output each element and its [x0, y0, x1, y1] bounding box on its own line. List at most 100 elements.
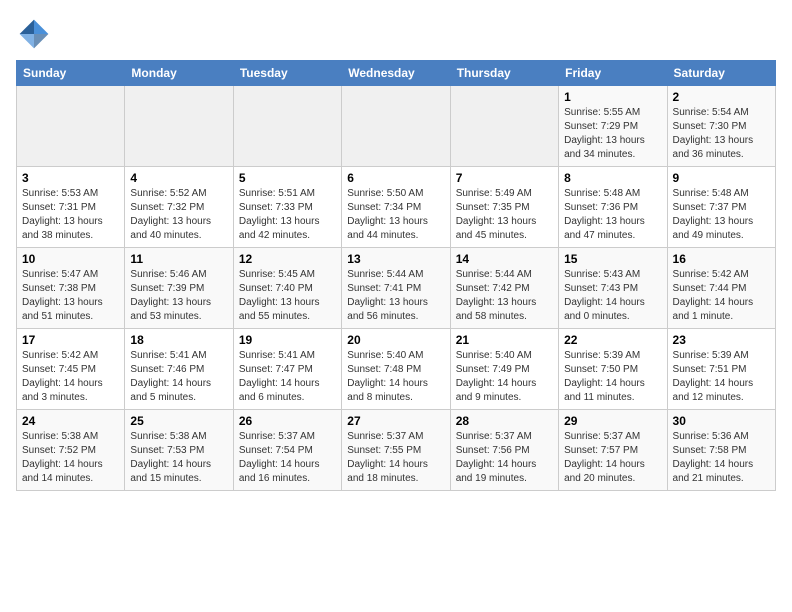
day-number: 24: [22, 414, 119, 428]
day-info: Sunrise: 5:40 AMSunset: 7:49 PMDaylight:…: [456, 349, 553, 405]
day-cell: 15 Sunrise: 5:43 AMSunset: 7:43 PMDayligh…: [559, 248, 667, 329]
header-tuesday: Tuesday: [233, 61, 341, 86]
day-cell: 10 Sunrise: 5:47 AMSunset: 7:38 PMDayligh…: [17, 248, 125, 329]
day-number: 13: [347, 252, 444, 266]
day-cell: 17 Sunrise: 5:42 AMSunset: 7:45 PMDayligh…: [17, 329, 125, 410]
day-cell: 3 Sunrise: 5:53 AMSunset: 7:31 PMDaylight…: [17, 167, 125, 248]
day-info: Sunrise: 5:39 AMSunset: 7:50 PMDaylight:…: [564, 349, 661, 405]
day-info: Sunrise: 5:54 AMSunset: 7:30 PMDaylight:…: [673, 106, 770, 162]
day-number: 5: [239, 171, 336, 185]
day-cell: [125, 86, 233, 167]
day-cell: 21Sunrise: 5:40 AMSunset: 7:49 PMDayligh…: [450, 329, 558, 410]
day-number: 19: [239, 333, 336, 347]
day-number: 2: [673, 90, 770, 104]
day-cell: 29 Sunrise: 5:37 AMSunset: 7:57 PMDayligh…: [559, 410, 667, 491]
header-friday: Friday: [559, 61, 667, 86]
day-info: Sunrise: 5:45 AMSunset: 7:40 PMDaylight:…: [239, 268, 336, 324]
day-number: 20: [347, 333, 444, 347]
day-cell: 1 Sunrise: 5:55 AMSunset: 7:29 PMDaylight…: [559, 86, 667, 167]
day-number: 10: [22, 252, 119, 266]
day-cell: 12Sunrise: 5:45 AMSunset: 7:40 PMDayligh…: [233, 248, 341, 329]
header-saturday: Saturday: [667, 61, 775, 86]
day-info: Sunrise: 5:36 AMSunset: 7:58 PMDaylight:…: [673, 430, 770, 486]
day-info: Sunrise: 5:55 AMSunset: 7:29 PMDaylight:…: [564, 106, 661, 162]
week-row-5: 24 Sunrise: 5:38 AMSunset: 7:52 PMDayligh…: [17, 410, 776, 491]
day-info: Sunrise: 5:48 AMSunset: 7:37 PMDaylight:…: [673, 187, 770, 243]
day-info: Sunrise: 5:51 AMSunset: 7:33 PMDaylight:…: [239, 187, 336, 243]
day-number: 15: [564, 252, 661, 266]
day-number: 6: [347, 171, 444, 185]
header-wednesday: Wednesday: [342, 61, 450, 86]
day-cell: 25 Sunrise: 5:38 AMSunset: 7:53 PMDayligh…: [125, 410, 233, 491]
day-info: Sunrise: 5:38 AMSunset: 7:52 PMDaylight:…: [22, 430, 119, 486]
day-cell: 26 Sunrise: 5:37 AMSunset: 7:54 PMDayligh…: [233, 410, 341, 491]
day-cell: 13 Sunrise: 5:44 AMSunset: 7:41 PMDayligh…: [342, 248, 450, 329]
header-row: SundayMondayTuesdayWednesdayThursdayFrid…: [17, 61, 776, 86]
day-cell: 2 Sunrise: 5:54 AMSunset: 7:30 PMDaylight…: [667, 86, 775, 167]
day-cell: 9 Sunrise: 5:48 AMSunset: 7:37 PMDaylight…: [667, 167, 775, 248]
day-info: Sunrise: 5:44 AMSunset: 7:41 PMDaylight:…: [347, 268, 444, 324]
day-cell: 14 Sunrise: 5:44 AMSunset: 7:42 PMDayligh…: [450, 248, 558, 329]
day-info: Sunrise: 5:37 AMSunset: 7:54 PMDaylight:…: [239, 430, 336, 486]
day-cell: 28 Sunrise: 5:37 AMSunset: 7:56 PMDayligh…: [450, 410, 558, 491]
day-info: Sunrise: 5:49 AMSunset: 7:35 PMDaylight:…: [456, 187, 553, 243]
day-cell: [342, 86, 450, 167]
day-info: Sunrise: 5:44 AMSunset: 7:42 PMDaylight:…: [456, 268, 553, 324]
day-cell: 20 Sunrise: 5:40 AMSunset: 7:48 PMDayligh…: [342, 329, 450, 410]
logo-icon: [16, 16, 52, 52]
day-cell: 4 Sunrise: 5:52 AMSunset: 7:32 PMDaylight…: [125, 167, 233, 248]
day-cell: 6 Sunrise: 5:50 AMSunset: 7:34 PMDaylight…: [342, 167, 450, 248]
day-cell: 16 Sunrise: 5:42 AMSunset: 7:44 PMDayligh…: [667, 248, 775, 329]
logo: [16, 16, 56, 52]
day-info: Sunrise: 5:42 AMSunset: 7:45 PMDaylight:…: [22, 349, 119, 405]
day-number: 26: [239, 414, 336, 428]
day-info: Sunrise: 5:37 AMSunset: 7:56 PMDaylight:…: [456, 430, 553, 486]
day-info: Sunrise: 5:46 AMSunset: 7:39 PMDaylight:…: [130, 268, 227, 324]
day-number: 23: [673, 333, 770, 347]
day-info: Sunrise: 5:42 AMSunset: 7:44 PMDaylight:…: [673, 268, 770, 324]
day-number: 3: [22, 171, 119, 185]
week-row-4: 17 Sunrise: 5:42 AMSunset: 7:45 PMDayligh…: [17, 329, 776, 410]
day-info: Sunrise: 5:48 AMSunset: 7:36 PMDaylight:…: [564, 187, 661, 243]
day-cell: 27Sunrise: 5:37 AMSunset: 7:55 PMDayligh…: [342, 410, 450, 491]
day-number: 9: [673, 171, 770, 185]
day-info: Sunrise: 5:37 AMSunset: 7:55 PMDaylight:…: [347, 430, 444, 486]
day-number: 1: [564, 90, 661, 104]
day-number: 8: [564, 171, 661, 185]
day-cell: [450, 86, 558, 167]
day-info: Sunrise: 5:37 AMSunset: 7:57 PMDaylight:…: [564, 430, 661, 486]
header-monday: Monday: [125, 61, 233, 86]
day-cell: 22Sunrise: 5:39 AMSunset: 7:50 PMDayligh…: [559, 329, 667, 410]
day-number: 4: [130, 171, 227, 185]
header: [16, 16, 776, 52]
day-info: Sunrise: 5:41 AMSunset: 7:47 PMDaylight:…: [239, 349, 336, 405]
day-info: Sunrise: 5:41 AMSunset: 7:46 PMDaylight:…: [130, 349, 227, 405]
week-row-1: 1 Sunrise: 5:55 AMSunset: 7:29 PMDaylight…: [17, 86, 776, 167]
day-number: 17: [22, 333, 119, 347]
week-row-2: 3 Sunrise: 5:53 AMSunset: 7:31 PMDaylight…: [17, 167, 776, 248]
day-info: Sunrise: 5:43 AMSunset: 7:43 PMDaylight:…: [564, 268, 661, 324]
day-info: Sunrise: 5:50 AMSunset: 7:34 PMDaylight:…: [347, 187, 444, 243]
day-number: 25: [130, 414, 227, 428]
day-info: Sunrise: 5:53 AMSunset: 7:31 PMDaylight:…: [22, 187, 119, 243]
day-number: 29: [564, 414, 661, 428]
day-info: Sunrise: 5:52 AMSunset: 7:32 PMDaylight:…: [130, 187, 227, 243]
calendar-table: SundayMondayTuesdayWednesdayThursdayFrid…: [16, 60, 776, 491]
header-thursday: Thursday: [450, 61, 558, 86]
day-cell: [17, 86, 125, 167]
week-row-3: 10 Sunrise: 5:47 AMSunset: 7:38 PMDayligh…: [17, 248, 776, 329]
day-number: 30: [673, 414, 770, 428]
day-number: 18: [130, 333, 227, 347]
day-info: Sunrise: 5:38 AMSunset: 7:53 PMDaylight:…: [130, 430, 227, 486]
day-number: 28: [456, 414, 553, 428]
day-cell: 24 Sunrise: 5:38 AMSunset: 7:52 PMDayligh…: [17, 410, 125, 491]
day-info: Sunrise: 5:47 AMSunset: 7:38 PMDaylight:…: [22, 268, 119, 324]
day-info: Sunrise: 5:40 AMSunset: 7:48 PMDaylight:…: [347, 349, 444, 405]
day-cell: [233, 86, 341, 167]
day-number: 16: [673, 252, 770, 266]
day-cell: 18 Sunrise: 5:41 AMSunset: 7:46 PMDayligh…: [125, 329, 233, 410]
day-number: 11: [130, 252, 227, 266]
day-number: 14: [456, 252, 553, 266]
header-sunday: Sunday: [17, 61, 125, 86]
day-cell: 30 Sunrise: 5:36 AMSunset: 7:58 PMDayligh…: [667, 410, 775, 491]
